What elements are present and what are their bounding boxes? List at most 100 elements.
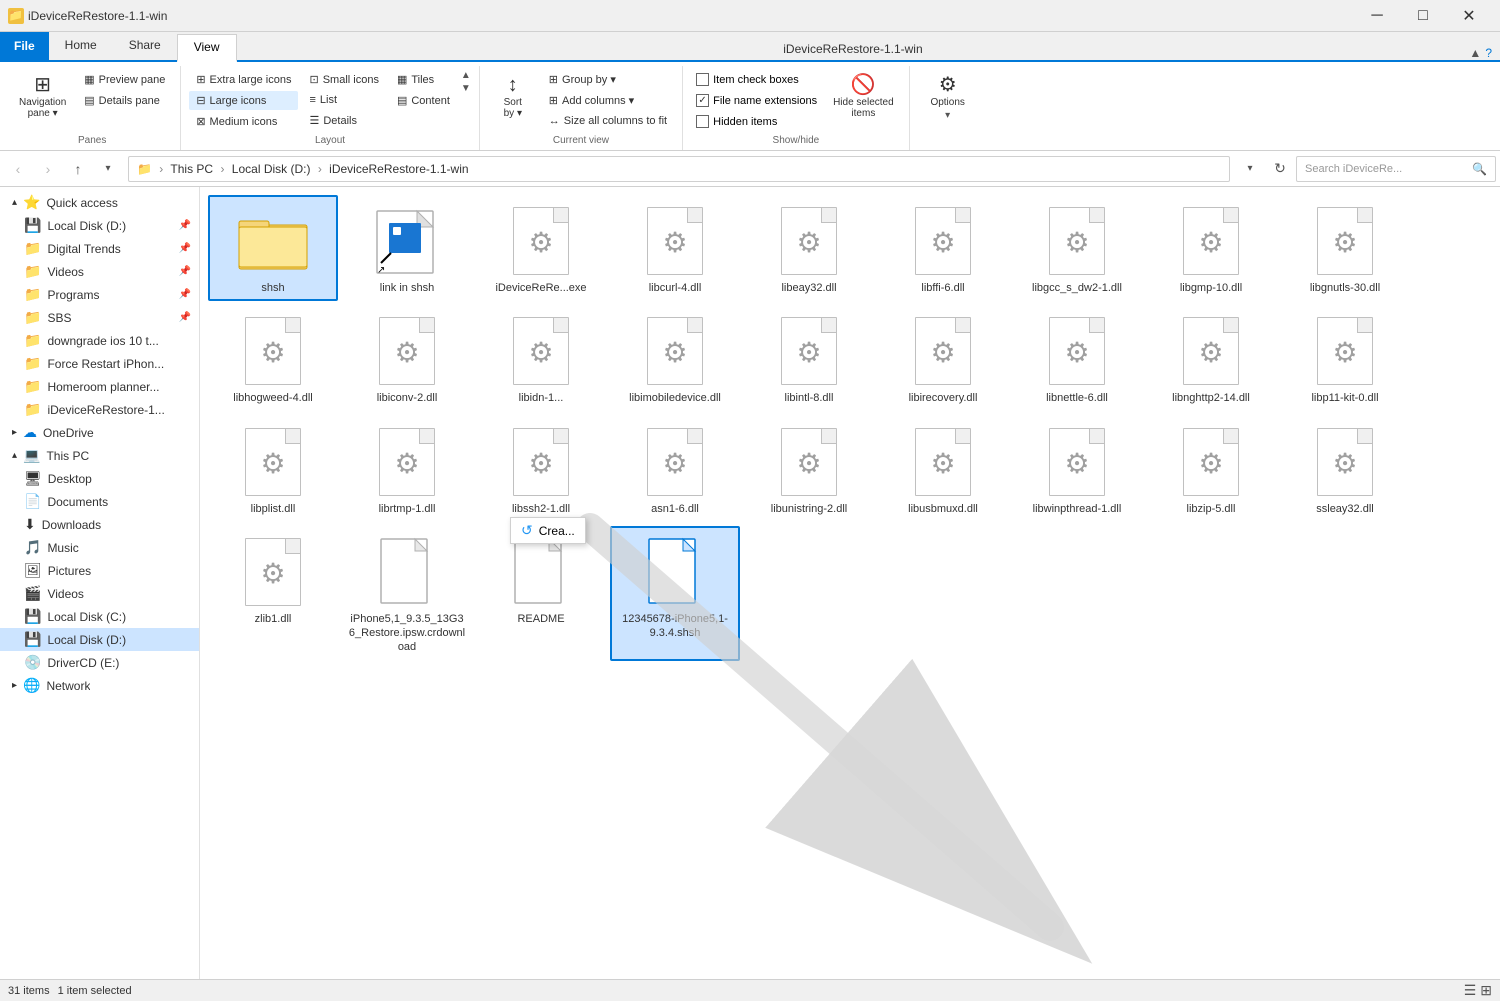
rename-context-menu[interactable]: ↺ Crea... <box>510 517 586 544</box>
file-item-libirecovery[interactable]: ⚙ libirecovery.dll <box>878 305 1008 411</box>
file-extensions-toggle[interactable]: File name extensions <box>691 91 822 110</box>
file-item-idevice-exe[interactable]: ⚙ iDeviceReRe...exe <box>476 195 606 301</box>
back-button[interactable]: ‹ <box>4 155 32 183</box>
sidebar-item-pictures[interactable]: 🖼 Pictures <box>0 559 199 582</box>
search-icon[interactable]: 🔍 <box>1472 162 1487 176</box>
file-item-libhogweed[interactable]: ⚙ libhogweed-4.dll <box>208 305 338 411</box>
sidebar-item-videos2[interactable]: 🎬 Videos <box>0 582 199 605</box>
details-pane-button[interactable]: ▤ Details pane <box>77 91 172 110</box>
tab-view[interactable]: View <box>177 34 237 62</box>
extra-large-icons-button[interactable]: ⊞ Extra large icons <box>189 70 298 89</box>
file-item-libgcc[interactable]: ⚙ libgcc_s_dw2-1.dll <box>1012 195 1142 301</box>
sidebar-item-homeroom[interactable]: 📁 Homeroom planner... <box>0 375 199 398</box>
preview-pane-button[interactable]: ▦ Preview pane <box>77 70 172 89</box>
breadcrumb-dropdown[interactable]: ▾ <box>1236 155 1264 183</box>
file-item-libwinpthread[interactable]: ⚙ libwinpthread-1.dll <box>1012 416 1142 522</box>
file-item-libiconv[interactable]: ⚙ libiconv-2.dll <box>342 305 472 411</box>
add-columns-button[interactable]: ⊞ Add columns ▾ <box>542 91 674 110</box>
file-item-ssleay32[interactable]: ⚙ ssleay32.dll <box>1280 416 1410 522</box>
sidebar-item-local-c[interactable]: 💾 Local Disk (C:) <box>0 605 199 628</box>
small-icons-button[interactable]: ⊡ Small icons <box>302 70 385 89</box>
file-item-libcurl[interactable]: ⚙ libcurl-4.dll <box>610 195 740 301</box>
breadcrumb-folder[interactable]: iDeviceReRestore-1.1-win <box>329 162 468 176</box>
forward-button[interactable]: › <box>34 155 62 183</box>
sidebar-item-music[interactable]: 🎵 Music <box>0 536 199 559</box>
recent-locations-button[interactable]: ▾ <box>94 155 122 183</box>
navigation-pane-button[interactable]: ⊞ Navigationpane ▾ <box>12 70 73 124</box>
file-item-link-in-shsh[interactable]: ↗ link in shsh <box>342 195 472 301</box>
file-item-libeay32[interactable]: ⚙ libeay32.dll <box>744 195 874 301</box>
sidebar-item-idevice[interactable]: 📁 iDeviceReRestore-1... <box>0 398 199 421</box>
sidebar-item-drivercd[interactable]: 💿 DriverCD (E:) <box>0 651 199 674</box>
size-columns-button[interactable]: ↔ Size all columns to fit <box>542 112 674 130</box>
hide-selected-button[interactable]: 🚫 Hide selecteditems <box>826 70 901 124</box>
breadcrumb[interactable]: 📁 › This PC › Local Disk (D:) › iDeviceR… <box>128 156 1230 182</box>
sidebar-item-sbs[interactable]: 📁 SBS 📌 <box>0 306 199 329</box>
file-item-libp11[interactable]: ⚙ libp11-kit-0.dll <box>1280 305 1410 411</box>
file-item-libffi[interactable]: ⚙ libffi-6.dll <box>878 195 1008 301</box>
up-button[interactable]: ↑ <box>64 155 92 183</box>
breadcrumb-thispc[interactable]: This PC <box>170 162 213 176</box>
options-button[interactable]: ⚙ Options ▾ <box>918 70 978 126</box>
file-item-shsh-folder[interactable]: shsh <box>208 195 338 301</box>
file-item-libnettle[interactable]: ⚙ libnettle-6.dll <box>1012 305 1142 411</box>
sidebar-onedrive[interactable]: ▸ ☁ OneDrive <box>0 421 199 444</box>
hidden-items-toggle[interactable]: Hidden items <box>691 112 822 131</box>
sidebar-item-videos[interactable]: 📁 Videos 📌 <box>0 260 199 283</box>
content-button[interactable]: ▤ Content <box>390 91 457 110</box>
maximize-button[interactable]: □ <box>1400 0 1446 32</box>
file-item-iphone-restore[interactable]: iPhone5,1_9.3.5_13G36_Restore.ipsw.crdow… <box>342 526 472 661</box>
sidebar-item-force-restart[interactable]: 📁 Force Restart iPhon... <box>0 352 199 375</box>
file-item-libidn[interactable]: ⚙ libidn-1... <box>476 305 606 411</box>
ribbon-collapse-button[interactable]: ▲ <box>1469 46 1481 60</box>
list-button[interactable]: ≡ List <box>302 91 385 109</box>
file-item-libusbmuxd[interactable]: ⚙ libusbmuxd.dll <box>878 416 1008 522</box>
sort-by-button[interactable]: ↕ Sortby ▾ <box>488 70 538 124</box>
sidebar-network[interactable]: ▸ 🌐 Network <box>0 674 199 697</box>
search-box[interactable]: Search iDeviceRe... 🔍 <box>1296 156 1496 182</box>
tab-file[interactable]: File <box>0 32 49 60</box>
layout-scroll[interactable]: ▲ ▼ <box>461 70 471 94</box>
help-button[interactable]: ? <box>1485 46 1492 60</box>
sidebar-item-digital-trends[interactable]: 📁 Digital Trends 📌 <box>0 237 199 260</box>
close-button[interactable]: ✕ <box>1446 0 1492 32</box>
minimize-button[interactable]: ─ <box>1354 0 1400 32</box>
file-item-libplist[interactable]: ⚙ libplist.dll <box>208 416 338 522</box>
breadcrumb-locald[interactable]: Local Disk (D:) <box>232 162 311 176</box>
window-controls[interactable]: ─ □ ✕ <box>1354 0 1492 32</box>
breadcrumb-pc[interactable]: 📁 <box>137 162 152 176</box>
item-checkboxes-toggle[interactable]: Item check boxes <box>691 70 822 89</box>
file-item-libimobiledevice[interactable]: ⚙ libimobiledevice.dll <box>610 305 740 411</box>
file-item-zlib1[interactable]: ⚙ zlib1.dll <box>208 526 338 661</box>
refresh-button[interactable]: ↻ <box>1266 155 1294 183</box>
file-item-libssh2[interactable]: ⚙ libssh2-1.dll <box>476 416 606 522</box>
sidebar-quick-access[interactable]: ▴ ⭐ Quick access <box>0 191 199 214</box>
file-item-libgmp[interactable]: ⚙ libgmp-10.dll <box>1146 195 1276 301</box>
file-item-libzip[interactable]: ⚙ libzip-5.dll <box>1146 416 1276 522</box>
group-by-button[interactable]: ⊞ Group by ▾ <box>542 70 674 89</box>
file-item-librtmp[interactable]: ⚙ librtmp-1.dll <box>342 416 472 522</box>
layout-scroll-up[interactable]: ▲ <box>461 70 471 81</box>
sidebar-item-downloads[interactable]: ⬇ Downloads <box>0 513 199 536</box>
file-item-readme[interactable]: README <box>476 526 606 661</box>
tab-share[interactable]: Share <box>113 32 177 60</box>
file-item-libnghttp2[interactable]: ⚙ libnghttp2-14.dll <box>1146 305 1276 411</box>
file-item-libgnutls[interactable]: ⚙ libgnutls-30.dll <box>1280 195 1410 301</box>
file-item-libintl[interactable]: ⚙ libintl-8.dll <box>744 305 874 411</box>
file-item-libsn1[interactable]: ⚙ asn1-6.dll <box>610 416 740 522</box>
sidebar-item-desktop[interactable]: 🖥 Desktop <box>0 467 199 490</box>
tab-home[interactable]: Home <box>49 32 113 60</box>
file-item-shsh-file[interactable]: 12345678-iPhone5,1-9.3.4.shsh <box>610 526 740 661</box>
tiles-button[interactable]: ▦ Tiles <box>390 70 457 89</box>
file-item-libunistring[interactable]: ⚙ libunistring-2.dll <box>744 416 874 522</box>
sidebar-item-downgrade[interactable]: 📁 downgrade ios 10 t... <box>0 329 199 352</box>
sidebar-item-documents[interactable]: 📄 Documents <box>0 490 199 513</box>
sidebar-item-local-d-main[interactable]: 💾 Local Disk (D:) <box>0 628 199 651</box>
details-button[interactable]: ☰ Details <box>302 111 385 130</box>
sidebar-this-pc[interactable]: ▴ 💻 This PC <box>0 444 199 467</box>
layout-scroll-down[interactable]: ▼ <box>461 83 471 94</box>
details-view-toggle[interactable]: ☰ <box>1464 982 1477 999</box>
sidebar-item-programs[interactable]: 📁 Programs 📌 <box>0 283 199 306</box>
large-icons-button[interactable]: ⊟ Large icons <box>189 91 298 110</box>
medium-icons-button[interactable]: ⊠ Medium icons <box>189 112 298 131</box>
